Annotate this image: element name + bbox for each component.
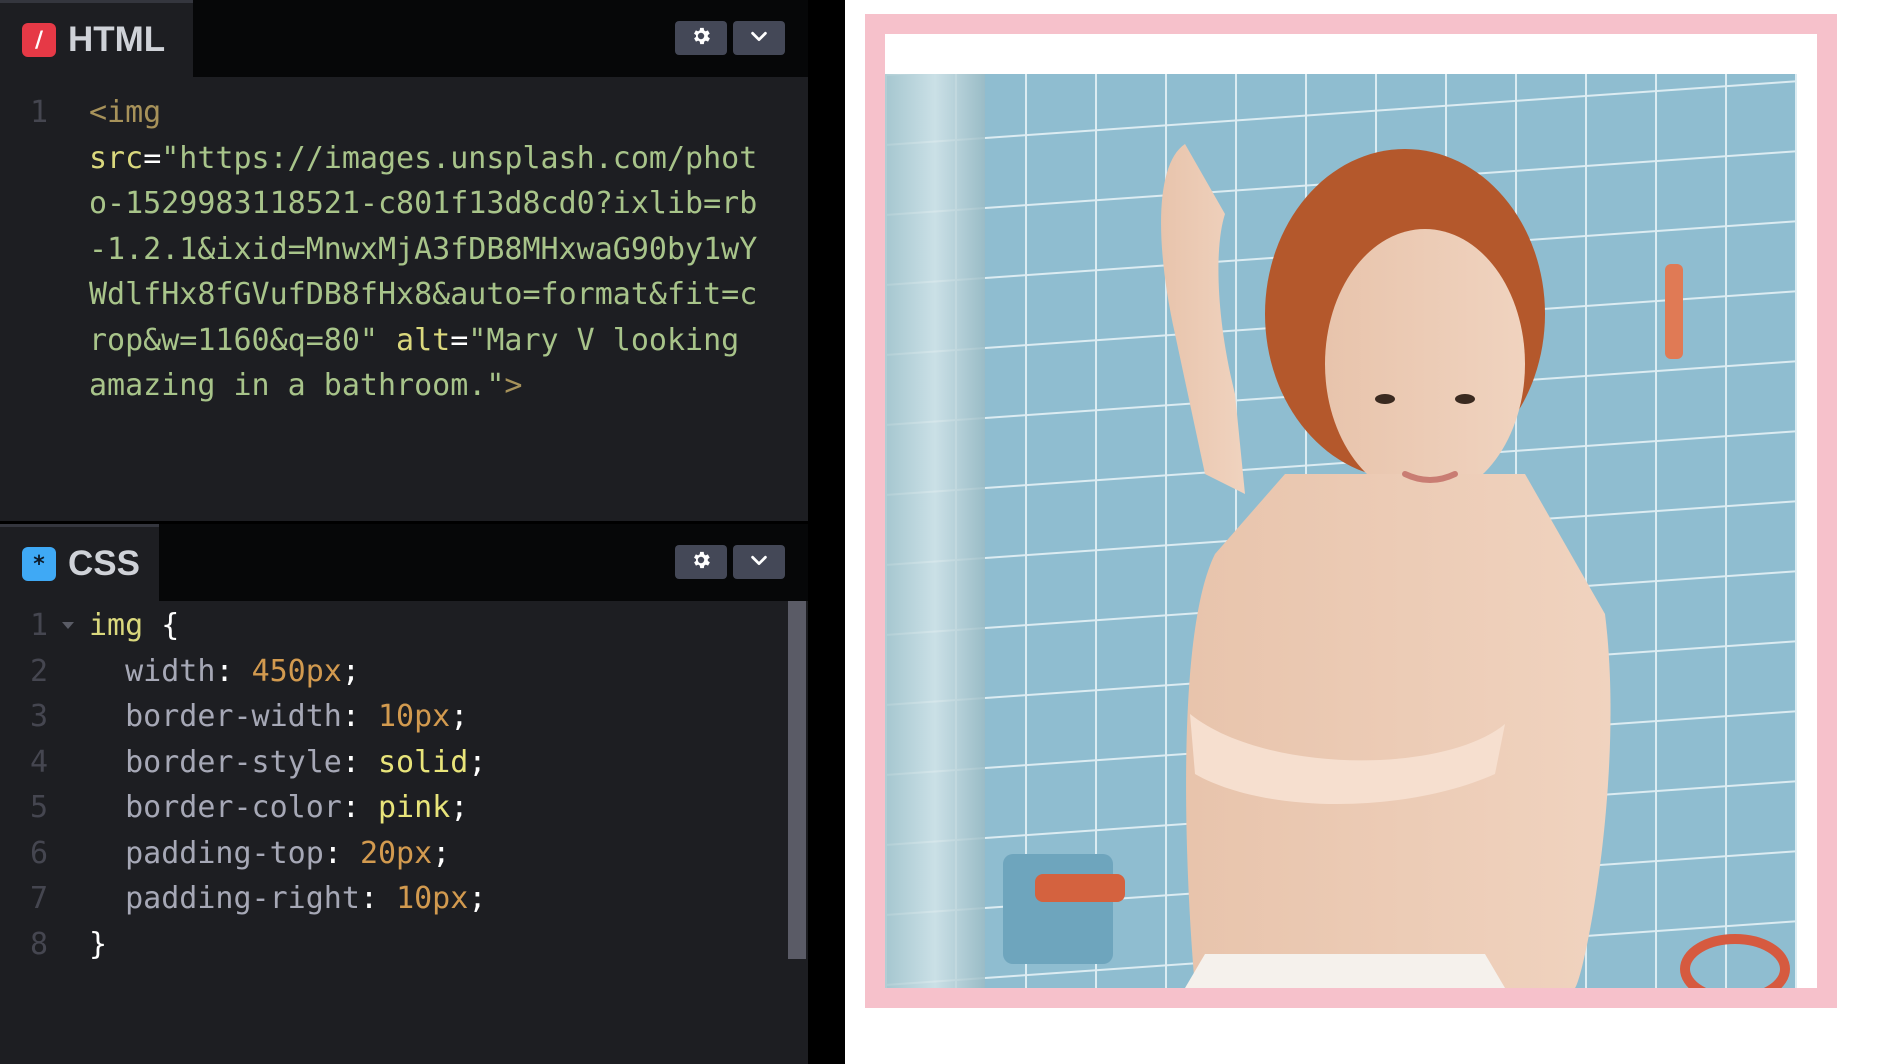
- editor-column: / HTML 1 <img src="https://images.unspla…: [0, 0, 808, 1064]
- line-number: 5: [30, 790, 49, 825]
- attr-token: src: [89, 140, 144, 176]
- value-token: 450px: [251, 653, 342, 689]
- image-border: [865, 14, 1837, 1008]
- property-token: border-style: [125, 744, 342, 780]
- css-code-area[interactable]: 1 img { 2 width: 450px; 3 border-width: …: [0, 601, 808, 1064]
- punc-token: }: [89, 926, 108, 962]
- code-text: border-width: 10px;: [125, 699, 469, 734]
- property-token: padding-top: [125, 835, 324, 871]
- chevron-down-icon: [748, 25, 770, 51]
- property-token: border-color: [125, 790, 342, 825]
- code-text: border-color: pink;: [125, 790, 469, 825]
- line-number: 2: [30, 653, 49, 689]
- tab-css-label: CSS: [68, 544, 140, 583]
- css-scrollbar[interactable]: [788, 601, 806, 959]
- property-token: width: [125, 653, 216, 689]
- code-text: img {: [89, 603, 769, 649]
- code-text: <img src="https://images.unsplash.com/ph…: [89, 90, 769, 409]
- punc-token: =: [143, 140, 162, 176]
- html-tabbar: / HTML: [0, 0, 808, 77]
- line-number: 7: [30, 881, 49, 916]
- tab-html[interactable]: / HTML: [0, 0, 193, 77]
- line-number: 4: [30, 744, 49, 780]
- html-code-area[interactable]: 1 <img src="https://images.unsplash.com/…: [0, 77, 808, 521]
- tab-html-label: HTML: [68, 20, 166, 59]
- gear-icon: [690, 25, 712, 51]
- image-padding: [885, 34, 1817, 988]
- css-settings-button[interactable]: [675, 545, 727, 579]
- code-text: padding-right: 10px;: [125, 881, 487, 916]
- tag-token: >: [504, 368, 523, 403]
- line-number: 8: [30, 926, 49, 962]
- property-token: border-width: [125, 699, 342, 734]
- css-editor-pane: * CSS 1 img { 2 width: 450px; 3 border-w…: [0, 524, 808, 1064]
- html-collapse-button[interactable]: [733, 21, 785, 55]
- css-icon: *: [22, 547, 56, 581]
- line-number: 3: [30, 699, 49, 734]
- tab-css[interactable]: * CSS: [0, 524, 159, 601]
- gear-icon: [690, 549, 712, 575]
- css-tabbar: * CSS: [0, 524, 808, 601]
- tag-token: <img: [89, 95, 162, 130]
- line-number: 1: [30, 608, 49, 643]
- value-token: solid: [378, 744, 469, 780]
- code-text: width: 450px;: [125, 653, 360, 689]
- property-token: padding-right: [125, 881, 360, 916]
- html-settings-button[interactable]: [675, 21, 727, 55]
- pane-resize-handle[interactable]: [808, 0, 845, 1064]
- value-token: 10px: [396, 881, 469, 916]
- value-token: 20px: [359, 835, 433, 871]
- photo-illustration: [885, 74, 1797, 988]
- chevron-down-icon: [748, 549, 770, 575]
- preview-pane: [845, 0, 1902, 1064]
- code-text: padding-top: 20px;: [125, 835, 451, 871]
- punc-token: {: [143, 608, 180, 643]
- value-token: 10px: [378, 699, 451, 734]
- css-collapse-button[interactable]: [733, 545, 785, 579]
- fold-arrow-icon[interactable]: [62, 622, 74, 629]
- punc-token: =: [450, 322, 469, 358]
- preview-image: [885, 74, 1797, 988]
- html-icon: /: [22, 23, 56, 57]
- html-editor-pane: / HTML 1 <img src="https://images.unspla…: [0, 0, 808, 521]
- code-text: }: [89, 922, 769, 968]
- code-text: border-style: solid;: [125, 744, 487, 780]
- line-number: 1: [30, 95, 49, 130]
- value-token: pink: [378, 790, 451, 825]
- selector-token: img: [89, 608, 144, 643]
- attr-token: alt: [396, 322, 451, 358]
- line-number: 6: [30, 835, 49, 871]
